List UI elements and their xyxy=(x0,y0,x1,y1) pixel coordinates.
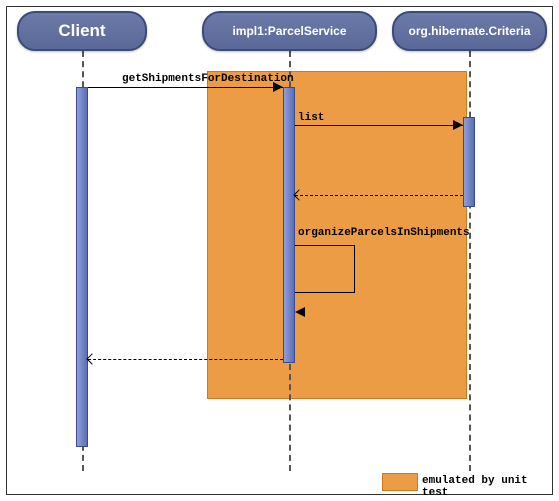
arrow-list xyxy=(295,125,463,126)
arrowhead-open-icon xyxy=(86,353,97,364)
participant-parcel-label: impl1:ParcelService xyxy=(232,24,346,38)
arrow-list-return xyxy=(295,195,463,196)
arrow-final-return xyxy=(88,359,283,360)
activation-client xyxy=(76,87,88,447)
message-label-list: list xyxy=(298,112,324,124)
participant-criteria-label: org.hibernate.Criteria xyxy=(408,24,530,38)
legend-label: emulated by unit test xyxy=(422,475,552,499)
participant-criteria: org.hibernate.Criteria xyxy=(392,11,547,51)
self-call-organize xyxy=(295,245,355,293)
activation-parcel-service xyxy=(283,87,295,363)
participant-client: Client xyxy=(17,11,147,51)
message-label-get-shipments: getShipmentsForDestination xyxy=(122,73,294,85)
participant-client-label: Client xyxy=(58,21,105,41)
arrowhead-icon xyxy=(295,307,305,317)
lifeline-criteria xyxy=(469,51,471,471)
arrow-get-shipments xyxy=(88,87,283,88)
message-label-organize: organizeParcelsInShipments xyxy=(298,227,470,239)
arrowhead-icon xyxy=(273,82,283,92)
arrowhead-icon xyxy=(453,120,463,130)
legend-swatch xyxy=(382,473,418,491)
participant-parcel-service: impl1:ParcelService xyxy=(202,11,377,51)
diagram-canvas: Client impl1:ParcelService org.hibernate… xyxy=(6,6,553,495)
activation-criteria xyxy=(463,117,475,207)
